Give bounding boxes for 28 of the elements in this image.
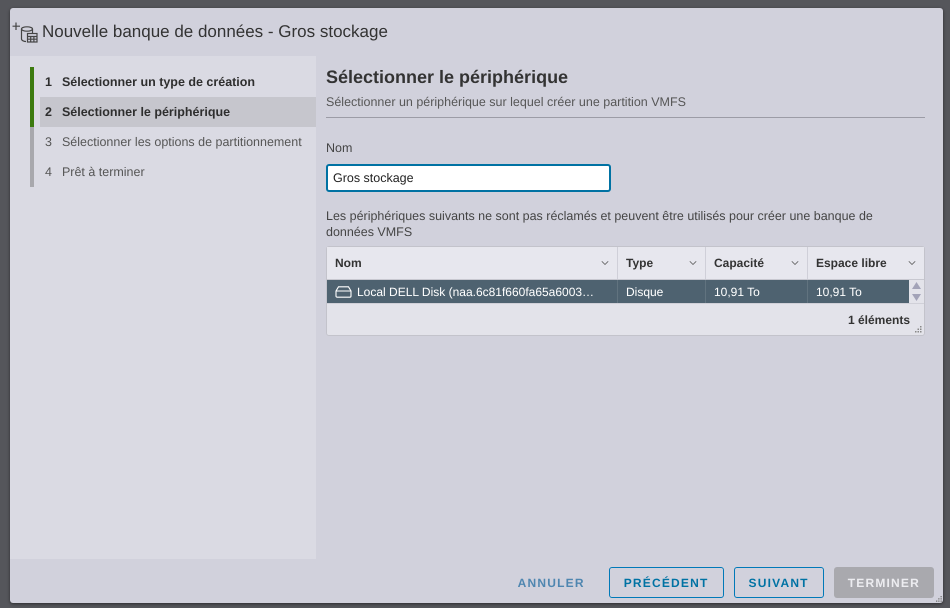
dialog-button[interactable]: PRÉCÉDENT	[608, 567, 724, 598]
table-row[interactable]: Local DELL Disk (naa.6c81f660fa65a6003… Disque 10,91 To 10,91 To	[327, 280, 909, 303]
item-count: 1 éléments	[848, 312, 910, 328]
wizard-step[interactable]: 4 Prêt à terminer	[40, 157, 316, 187]
table-cell: 10,91 To	[706, 280, 808, 303]
resize-grip-icon[interactable]	[936, 596, 942, 602]
dialog-title: Nouvelle banque de données - Gros stockage	[42, 21, 388, 44]
scrollbar[interactable]	[909, 280, 924, 303]
column-header[interactable]: Capacité	[706, 247, 808, 279]
wizard-step[interactable]: 2 Sélectionner le périphérique	[40, 97, 316, 127]
scroll-up-icon[interactable]	[912, 282, 921, 289]
scroll-down-icon[interactable]	[912, 294, 921, 301]
add-database-icon	[12, 22, 38, 42]
resize-grip-icon[interactable]	[915, 326, 922, 333]
column-header[interactable]: Espace libre	[808, 247, 924, 279]
description-text: Les périphériques suivants ne sont pas réclamés et peuvent être utilisés pour créer une banque de données VMFS	[326, 208, 874, 240]
page-subtitle: Sélectionner un périphérique sur lequel créer une partition VMFS	[326, 94, 686, 110]
wizard-step[interactable]: 3 Sélectionner les options de partitionnement	[40, 127, 316, 157]
table-cell: Disque	[618, 280, 706, 303]
field-label: Nom	[326, 140, 352, 156]
wizard-step[interactable]: 1 Sélectionner un type de création	[40, 67, 316, 97]
table-cell-text: Local DELL Disk (naa.6c81f660fa65a6003…	[357, 284, 594, 300]
column-header[interactable]: Nom	[327, 247, 618, 279]
column-header[interactable]: Type	[618, 247, 706, 279]
table-cell-text: 10,91 To	[815, 284, 863, 300]
page-heading: Sélectionner le périphérique	[326, 66, 568, 88]
name-input[interactable]: Gros stockage	[326, 164, 611, 192]
dialog-button[interactable]: SUIVANT	[734, 567, 824, 598]
